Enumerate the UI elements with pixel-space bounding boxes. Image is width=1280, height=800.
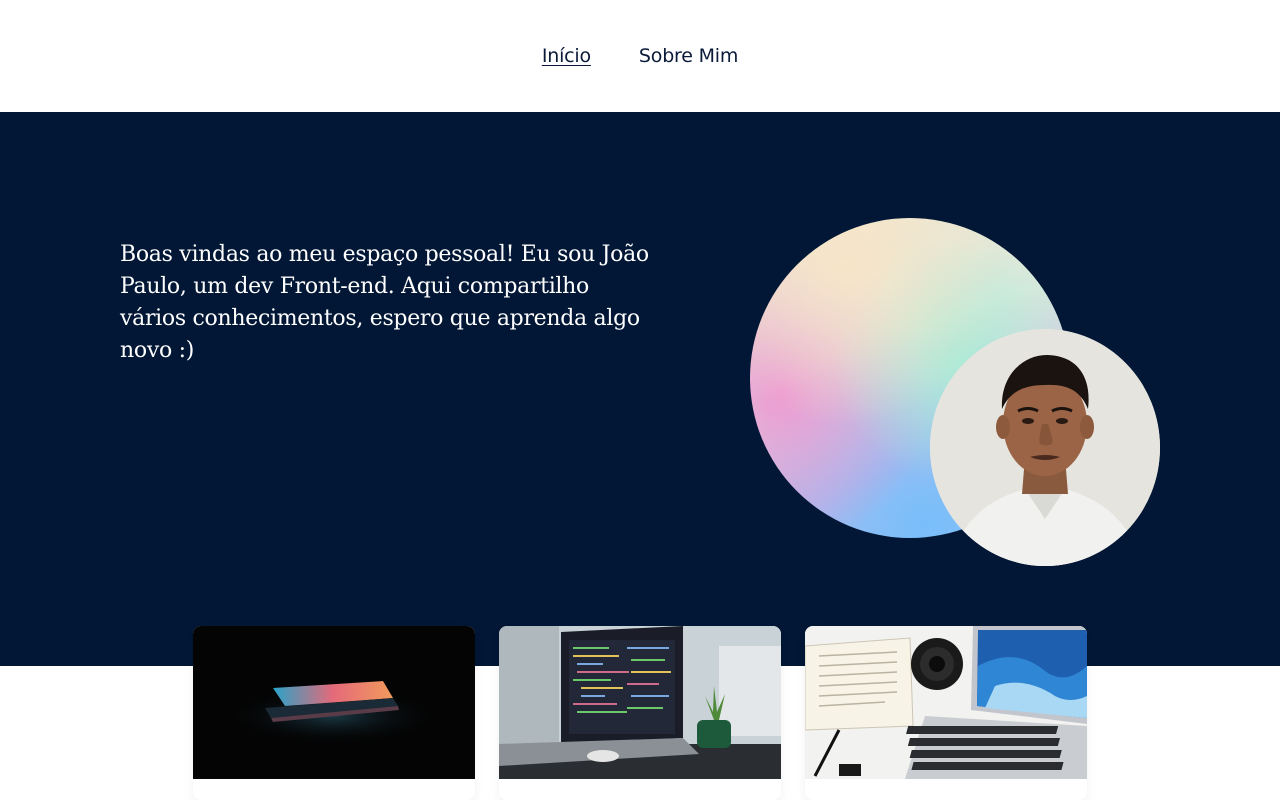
- laptop-glow-dark-photo: [193, 626, 475, 779]
- post-card[interactable]: [193, 626, 475, 800]
- hero-section: Boas vindas ao meu espaço pessoal! Eu so…: [0, 112, 1280, 666]
- nav-link-sobre-mim[interactable]: Sobre Mim: [639, 43, 738, 69]
- laptop-notebook-camera-photo: [805, 626, 1087, 779]
- nav-link-inicio[interactable]: Início: [542, 43, 591, 69]
- laptop-code-desk-photo: [499, 626, 781, 779]
- main-nav: Início Sobre Mim: [0, 43, 1280, 69]
- post-cards: [193, 626, 1087, 800]
- site-header: Início Sobre Mim: [0, 0, 1280, 112]
- post-card[interactable]: [805, 626, 1087, 800]
- post-card[interactable]: [499, 626, 781, 800]
- profile-avatar: [930, 329, 1160, 566]
- hero-intro-text: Boas vindas ao meu espaço pessoal! Eu so…: [120, 242, 649, 363]
